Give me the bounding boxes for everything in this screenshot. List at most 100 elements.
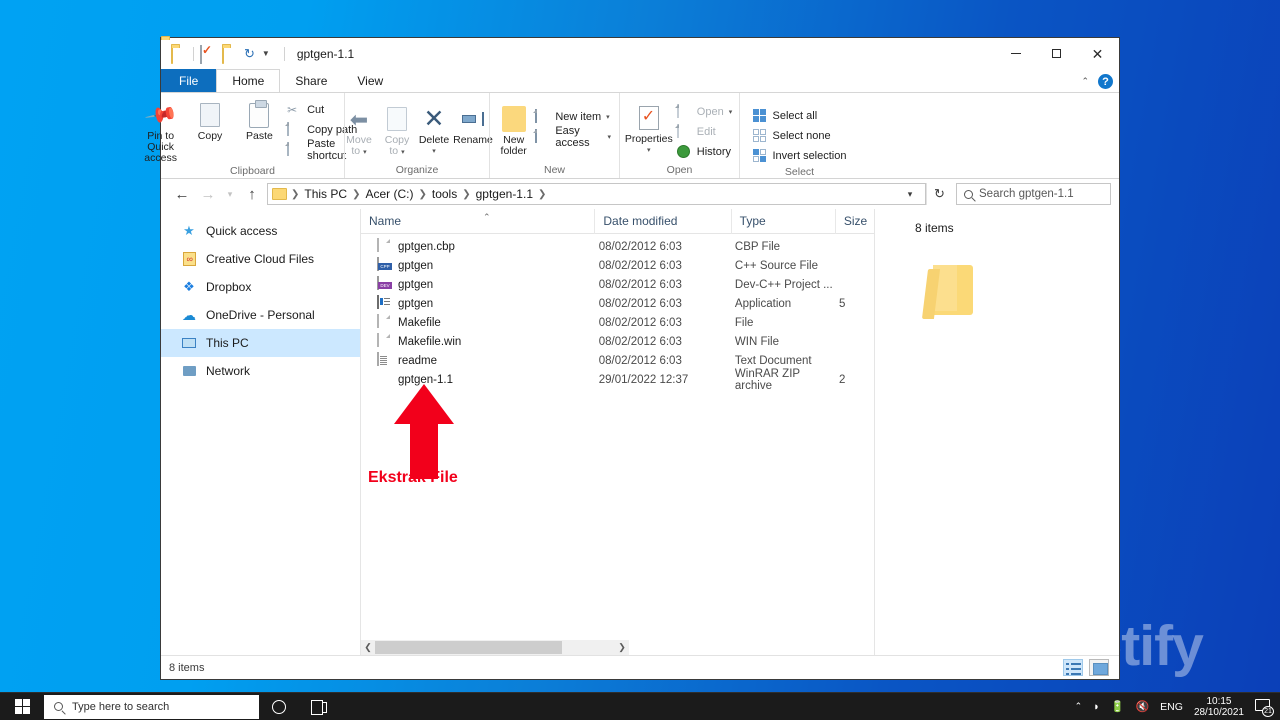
history-button[interactable]: History (674, 143, 735, 161)
paste-button[interactable]: Paste (235, 96, 284, 142)
clock[interactable]: 10:15 28/10/2021 (1194, 696, 1244, 718)
copy-to-button[interactable]: Copy to ▾ (378, 100, 416, 158)
task-view-button[interactable] (299, 693, 339, 720)
pin-to-quick-access-button[interactable]: 📌 Pin to Quick access (136, 96, 185, 164)
column-header-type[interactable]: Type (730, 208, 835, 234)
new-folder-icon[interactable] (222, 44, 238, 64)
minimize-button[interactable] (996, 38, 1036, 69)
new-folder-button[interactable]: New folder (495, 100, 532, 157)
scroll-right-arrow-icon[interactable]: ❯ (615, 640, 629, 655)
notification-center-button[interactable]: 21 (1255, 699, 1274, 717)
table-row[interactable]: gptgen 08/02/2012 6:03 C++ Source File (361, 256, 874, 275)
cpp-file-icon (377, 257, 391, 273)
paste-icon (249, 99, 270, 131)
chevron-down-icon[interactable]: ▾ (899, 189, 921, 200)
language-indicator[interactable]: ENG (1160, 701, 1183, 713)
new-item-icon (535, 108, 550, 125)
new-item-button[interactable]: New item ▾ (532, 108, 614, 126)
start-button[interactable] (0, 693, 44, 720)
forward-button[interactable]: → (195, 182, 221, 206)
horizontal-scrollbar[interactable]: ❮ ❯ (361, 640, 629, 655)
file-date-cell: 08/02/2012 6:03 (598, 335, 682, 348)
move-to-button[interactable]: ⬅ Move to ▾ (340, 100, 378, 158)
sidebar-item-label: Quick access (206, 224, 278, 238)
breadcrumb-item-tools[interactable]: tools (428, 187, 461, 201)
tab-share[interactable]: Share (280, 69, 343, 92)
scrollbar-thumb[interactable] (375, 641, 563, 654)
collapse-ribbon-icon[interactable]: ⌃ (1081, 76, 1089, 87)
paste-shortcut-icon (287, 141, 302, 158)
help-icon[interactable]: ? (1098, 74, 1113, 89)
table-row[interactable]: gptgen 08/02/2012 6:03 Application 5 (361, 294, 874, 313)
select-all-button[interactable]: Select all (750, 107, 850, 125)
refresh-button[interactable]: ↻ (926, 183, 952, 205)
ribbon-group-open: ✓ Properties ▾ Open ▾ Edit History Open (619, 93, 739, 178)
search-icon (964, 189, 973, 199)
column-header-size[interactable]: Size (834, 208, 874, 234)
file-name-cell: readme (361, 352, 595, 368)
copy-to-icon (387, 103, 414, 135)
edit-button[interactable]: Edit (674, 123, 735, 141)
volume-muted-icon[interactable]: 🔇 (1135, 700, 1149, 713)
easy-access-button[interactable]: Easy access ▾ (532, 125, 614, 149)
file-name-cell: gptgen (361, 295, 595, 311)
up-button[interactable]: ↑ (239, 182, 265, 206)
open-button[interactable]: Open ▾ (674, 103, 735, 121)
table-row[interactable]: gptgen.cbp 08/02/2012 6:03 CBP File (361, 237, 874, 256)
properties-button[interactable]: ✓ Properties ▾ (624, 99, 674, 156)
scroll-left-arrow-icon[interactable]: ❮ (361, 640, 375, 655)
sidebar-item-this-pc[interactable]: This PC (161, 329, 360, 357)
undo-icon[interactable]: ↻ (244, 47, 255, 60)
properties-icon[interactable] (200, 44, 216, 64)
explorer-body: ★ Quick access ∞ Creative Cloud Files ❖ … (161, 208, 1119, 655)
delete-button[interactable]: ✕ Delete ▾ (416, 100, 452, 157)
customize-caret-icon[interactable]: ▼ (262, 49, 270, 58)
battery-icon[interactable]: 🔋 (1111, 700, 1125, 713)
ribbon-group-new: New folder New item ▾ Easy access ▾ New (489, 93, 619, 178)
scrollbar-track[interactable] (375, 640, 615, 655)
show-hidden-icons-icon[interactable]: ⌃ (1075, 701, 1083, 712)
address-bar[interactable]: ❯ This PC ❯ Acer (C:) ❯ tools ❯ gptgen-1… (267, 183, 926, 205)
rename-button[interactable]: Rename (452, 100, 494, 146)
back-button[interactable]: ← (169, 182, 195, 206)
tab-view[interactable]: View (342, 69, 399, 92)
column-header-name[interactable]: Name ⌃ (361, 209, 594, 234)
table-row[interactable]: Makefile.win 08/02/2012 6:03 WIN File (361, 332, 874, 351)
windows-start-icon (14, 699, 30, 714)
copy-button[interactable]: Copy (185, 96, 234, 142)
sidebar-item-onedrive-personal[interactable]: ☁ OneDrive - Personal (161, 301, 360, 329)
taskbar-search-input[interactable]: Type here to search (44, 694, 259, 719)
breadcrumb-item-gptgen[interactable]: gptgen-1.1 (472, 187, 537, 201)
large-icons-view-icon[interactable] (1089, 659, 1109, 676)
cortana-button[interactable] (259, 693, 299, 720)
file-type-cell: File (734, 316, 754, 329)
tab-home[interactable]: Home (216, 69, 281, 92)
breadcrumb-separator: ❯ (352, 188, 361, 200)
folder-icon[interactable] (171, 44, 187, 64)
maximize-button[interactable] (1036, 38, 1076, 69)
address-bar-tail: ▾ (899, 189, 921, 200)
column-header-date-modified[interactable]: Date modified (594, 208, 730, 234)
file-type-cell: WinRAR ZIP archive (734, 367, 800, 392)
table-row[interactable]: Makefile 08/02/2012 6:03 File (361, 313, 874, 332)
tab-file[interactable]: File (161, 69, 217, 92)
close-button[interactable]: ✕ (1076, 38, 1119, 69)
open-small-commands: Open ▾ Edit History (674, 99, 735, 161)
breadcrumb-item-acer-c[interactable]: Acer (C:) (361, 187, 417, 201)
chevron-down-icon: ▾ (607, 134, 611, 141)
button-label-2: to ▾ (351, 145, 367, 157)
select-none-button[interactable]: Select none (750, 127, 850, 145)
sidebar-item-dropbox[interactable]: ❖ Dropbox (161, 273, 360, 301)
details-view-icon[interactable] (1063, 659, 1083, 676)
invert-selection-button[interactable]: Invert selection (750, 147, 850, 165)
table-row[interactable]: gptgen-1.1 29/01/2022 12:37 WinRAR ZIP a… (361, 367, 874, 392)
sidebar-item-network[interactable]: Network (161, 357, 360, 385)
wifi-icon[interactable]: ◗ (1093, 701, 1100, 713)
search-input[interactable]: Search gptgen-1.1 (956, 183, 1111, 205)
breadcrumb-item-this-pc[interactable]: This PC (300, 187, 351, 201)
button-label: Copy (197, 130, 223, 142)
sidebar-item-creative-cloud-files[interactable]: ∞ Creative Cloud Files (161, 245, 360, 273)
sidebar-item-quick-access[interactable]: ★ Quick access (161, 217, 360, 245)
recent-locations-button[interactable]: ▾ (221, 182, 239, 206)
table-row[interactable]: gptgen 08/02/2012 6:03 Dev-C++ Project .… (361, 275, 874, 294)
